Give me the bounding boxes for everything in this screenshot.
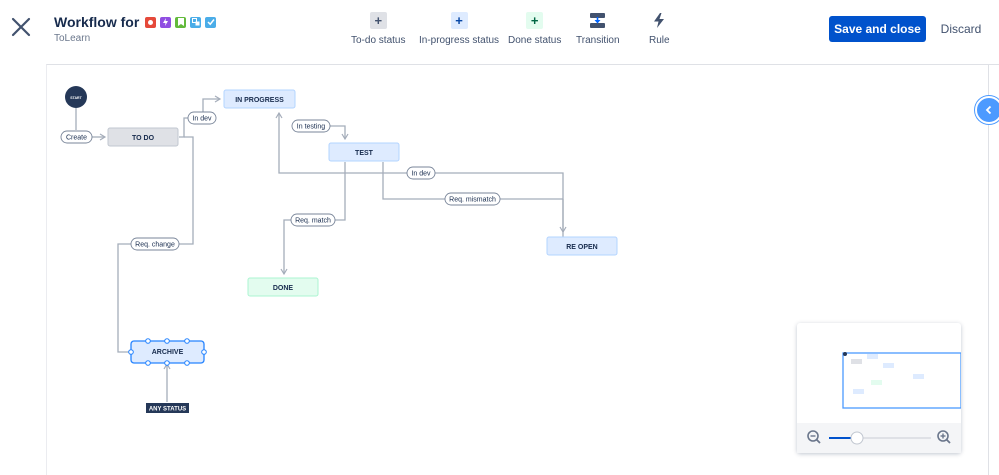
transition-req-change[interactable]: Req. change — [130, 237, 180, 251]
minimap[interactable] — [797, 323, 961, 453]
start-node[interactable]: START — [65, 86, 87, 108]
status-label-inprogress: IN PROGRESS — [235, 97, 284, 104]
transition-create[interactable]: Create — [60, 130, 93, 144]
minimap-preview — [842, 352, 961, 409]
status-node-reopen[interactable]: RE OPEN — [546, 236, 618, 256]
transition-req-match[interactable]: Req. match — [290, 213, 336, 227]
zoom-controls — [797, 423, 961, 453]
transition-label-in-dev: In dev — [192, 116, 212, 123]
status-node-todo[interactable]: TO DO — [107, 127, 179, 147]
status-node-inprogress[interactable]: IN PROGRESS — [223, 89, 296, 109]
status-label-archive: ARCHIVE — [152, 349, 184, 356]
transition-label-req-change: Req. change — [135, 242, 175, 249]
transition-label-req-match: Req. match — [295, 218, 331, 225]
status-node-test[interactable]: TEST — [328, 142, 400, 162]
any-status-label: ANY STATUS — [149, 407, 186, 413]
status-label-todo: TO DO — [132, 135, 155, 142]
start-label: START — [70, 96, 82, 100]
status-label-reopen: RE OPEN — [566, 244, 598, 251]
transition-in-dev[interactable]: In dev — [187, 111, 217, 125]
side-panel-toggle[interactable] — [975, 96, 999, 124]
status-node-done[interactable]: DONE — [247, 277, 319, 297]
transition-label-req-mismatch: Req. mismatch — [449, 197, 496, 204]
status-node-archive[interactable]: ARCHIVE — [128, 338, 207, 366]
any-status-node[interactable]: ANY STATUS — [146, 403, 189, 413]
zoom-out-icon[interactable] — [807, 430, 821, 444]
zoom-in-icon[interactable] — [937, 430, 951, 444]
transition-in-testing[interactable]: In testing — [291, 119, 331, 133]
transition-req-mismatch[interactable]: Req. mismatch — [444, 192, 501, 206]
transition-label-in-dev-back: In dev — [411, 171, 431, 178]
transition-label-create: Create — [66, 135, 87, 142]
status-label-test: TEST — [355, 150, 374, 157]
status-label-done: DONE — [273, 285, 294, 292]
transition-in-dev-back[interactable]: In dev — [406, 166, 436, 180]
zoom-slider-handle[interactable] — [850, 431, 864, 445]
chevron-left-icon — [985, 105, 992, 115]
transition-label-in-testing: In testing — [297, 124, 326, 131]
